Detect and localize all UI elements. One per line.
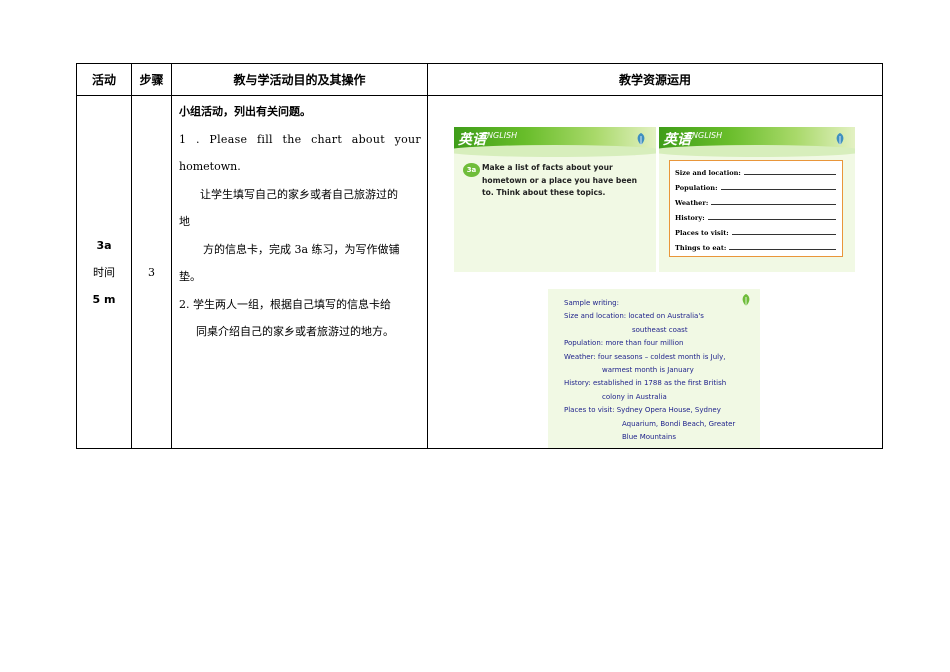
slide-logo-sub: ENGLISH <box>482 131 518 140</box>
sample-line: Aquarium, Bondi Beach, Greater <box>622 419 736 428</box>
slide-swoosh <box>454 145 656 157</box>
info-card-label: Places to visit: <box>675 229 729 237</box>
sample-line: warmest month is January <box>602 366 694 375</box>
slide-info-card: 英语 ENGLISH Size and location: Population… <box>659 127 855 272</box>
purpose-line-8: 同桌介绍自己的家乡或者旅游过的地方。 <box>196 325 394 338</box>
purpose-line-5: 方的信息卡，完成 3a 练习，为写作做铺 <box>203 242 400 256</box>
purpose-title: 小组活动，列出有关问题。 <box>179 105 311 118</box>
purpose-line-7: 2. 学生两人一组，根据自己填写的信息卡给 <box>179 297 391 311</box>
sample-line: History: established in 1788 as the firs… <box>564 379 727 388</box>
sample-line: Size and location: located on Australia'… <box>564 312 704 321</box>
info-card-row: Places to visit: <box>675 225 836 237</box>
info-card-label: Population: <box>675 184 718 192</box>
sample-line: colony in Australia <box>602 392 667 401</box>
header-step: 步骤 <box>131 63 172 96</box>
activity-code: 3a <box>96 238 112 252</box>
purpose-line-3: 让学生填写自己的家乡或者自己旅游过的 <box>200 187 398 201</box>
activity-duration: 5 m <box>92 292 116 306</box>
purpose-line-2: hometown. <box>179 160 241 173</box>
purpose-line-6: 垫。 <box>179 270 201 283</box>
sample-writing-text: Sample writing: Size and location: locat… <box>564 297 760 444</box>
purpose-line-4: 地 <box>179 215 190 228</box>
header-row: 活动 步骤 教与学活动目的及其操作 教学资源运用 <box>76 63 883 96</box>
leaf-icon <box>836 133 844 145</box>
content-row: 3a 时间 5 m 3 小组活动，列出有关问题。 1 . Please fill… <box>76 95 883 449</box>
info-card: Size and location: Population: Weather: … <box>669 160 843 257</box>
sample-line: Blue Mountains <box>622 433 676 442</box>
purpose-cell: 小组活动，列出有关问题。 1 . Please fill the chart a… <box>171 95 428 449</box>
sample-line: Population: more than four million <box>564 339 684 348</box>
info-card-row: Weather: <box>675 195 836 207</box>
sample-line: Sample writing: <box>564 299 619 307</box>
exercise-badge: 3a <box>463 163 480 177</box>
leaf-icon <box>637 133 645 145</box>
activity-time-label: 时间 <box>93 265 115 279</box>
info-card-label: Weather: <box>675 199 709 207</box>
info-card-label: Things to eat: <box>675 244 727 252</box>
slide-sample-writing: Sample writing: Size and location: locat… <box>548 289 760 448</box>
slide-instruction: Make a list of facts about your hometown… <box>482 163 638 197</box>
info-card-row: History: <box>675 210 836 222</box>
slide-swoosh <box>659 145 855 157</box>
resources-cell: 英语 ENGLISH 3a Make a list of facts about… <box>427 95 883 449</box>
info-card-row: Things to eat: <box>675 240 836 252</box>
slide-logo-sub: ENGLISH <box>687 131 723 140</box>
info-card-row: Size and location: <box>675 165 836 177</box>
info-card-row: Population: <box>675 180 836 192</box>
header-activity: 活动 <box>76 63 132 96</box>
slide-3a-task: 英语 ENGLISH 3a Make a list of facts about… <box>454 127 656 272</box>
step-cell: 3 <box>131 95 172 449</box>
header-purpose: 教与学活动目的及其操作 <box>171 63 428 96</box>
activity-cell: 3a 时间 5 m <box>76 95 132 449</box>
info-card-label: Size and location: <box>675 169 741 177</box>
purpose-line-1: 1 . Please fill the chart about your <box>179 132 421 146</box>
sample-line: southeast coast <box>632 325 688 334</box>
header-resources: 教学资源运用 <box>427 63 883 96</box>
lesson-plan-table: 活动 步骤 教与学活动目的及其操作 教学资源运用 3a 时间 5 m 3 小组活… <box>76 63 883 449</box>
sample-line: Weather: four seasons – coldest month is… <box>564 352 726 361</box>
sample-line: Places to visit: Sydney Opera House, Syd… <box>564 406 721 415</box>
info-card-label: History: <box>675 214 705 222</box>
